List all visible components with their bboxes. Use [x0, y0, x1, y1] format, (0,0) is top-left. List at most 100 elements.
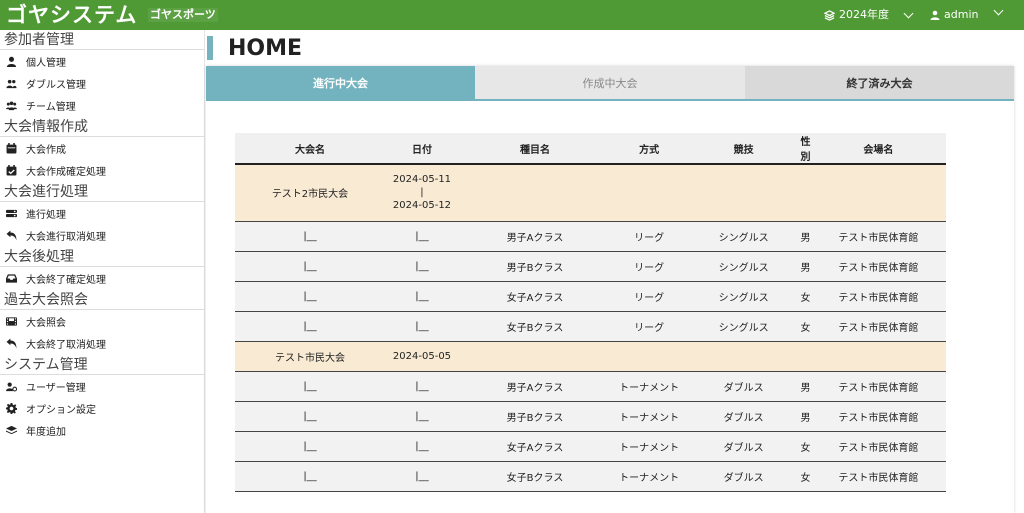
top-bar: ゴヤシステム ゴヤスポーツ 2024年度 admin	[0, 0, 1024, 30]
tab-in-progress[interactable]: 進行中大会	[206, 66, 475, 99]
table-row[interactable]: |__ |__ 女子Aクラス トーナメント ダブルス 女 テスト市民体育館	[235, 431, 946, 462]
branch-mark: |__	[385, 221, 459, 252]
sex-cell: 女	[800, 461, 811, 492]
event-cell: 女子Aクラス	[458, 431, 612, 462]
date-end: 2024-05-12	[392, 200, 452, 212]
content-panel: 進行中大会 作成中大会 終了済み大会 大会名 日付 種目名 方式 競技 性別 会…	[206, 66, 1014, 513]
user-icon	[4, 56, 18, 68]
event-cell: 女子Aクラス	[458, 281, 612, 312]
sidebar-item-team[interactable]: チーム管理	[0, 95, 204, 116]
tournament-date: 2024-05-05	[385, 341, 459, 372]
game-cell: シングルス	[687, 221, 801, 252]
date-start: 2024-05-11	[392, 174, 452, 186]
sidebar-item-label: 個人管理	[26, 58, 66, 69]
event-cell: 男子Bクラス	[458, 251, 612, 282]
sidebar-item-add-year[interactable]: 年度追加	[0, 420, 204, 441]
sidebar-item-users[interactable]: ユーザー管理	[0, 376, 204, 397]
table-row[interactable]: |__ |__ 女子Bクラス リーグ シングルス 女 テスト市民体育館	[235, 311, 946, 342]
page-title: HOME	[228, 36, 303, 61]
tab-finished[interactable]: 終了済み大会	[745, 66, 1014, 99]
mode-cell: リーグ	[611, 221, 688, 252]
venue-cell: テスト市民体育館	[810, 311, 946, 342]
gear-icon	[4, 403, 18, 415]
venue-cell: テスト市民体育館	[810, 221, 946, 252]
sub-logo: ゴヤスポーツ	[148, 8, 218, 22]
tournament-name: テスト2市民大会	[235, 164, 386, 222]
sidebar-item-doubles[interactable]: ダブルス管理	[0, 73, 204, 94]
user-label: admin	[944, 8, 979, 21]
sidebar-item-individual[interactable]: 個人管理	[0, 51, 204, 72]
sidebar-item-label: 大会作成確定処理	[26, 167, 106, 178]
table-row[interactable]: |__ |__ 女子Aクラス リーグ シングルス 女 テスト市民体育館	[235, 281, 946, 312]
sidebar-item-options[interactable]: オプション設定	[0, 398, 204, 419]
venue-cell: テスト市民体育館	[810, 431, 946, 462]
column-header: 会場名	[810, 133, 946, 165]
user-cog-icon	[4, 381, 18, 393]
venue-cell: テスト市民体育館	[810, 281, 946, 312]
branch-mark: |__	[235, 311, 386, 342]
table-row[interactable]: |__ |__ 男子Bクラス リーグ シングルス 男 テスト市民体育館	[235, 251, 946, 282]
mode-cell: リーグ	[611, 251, 688, 282]
table-row[interactable]: |__ |__ 男子Bクラス トーナメント ダブルス 男 テスト市民体育館	[235, 401, 946, 432]
calendar-check-icon	[4, 165, 18, 177]
undo-icon	[4, 338, 18, 350]
tournament-table: 大会名 日付 種目名 方式 競技 性別 会場名 テスト2市民大会 2024-05…	[235, 133, 946, 492]
sidebar-item-create-tournament[interactable]: 大会作成	[0, 138, 204, 159]
venue-cell: テスト市民体育館	[810, 401, 946, 432]
column-header: 性別	[800, 133, 811, 165]
sidebar-item-confirm-creation[interactable]: 大会作成確定処理	[0, 160, 204, 181]
sidebar: 参加者管理 個人管理 ダブルス管理 チーム管理 大会情報作成 大会作成 大会作成…	[0, 30, 205, 513]
chevron-down-icon[interactable]	[993, 5, 1004, 16]
sidebar-item-label: ダブルス管理	[26, 80, 86, 91]
undo-icon	[4, 230, 18, 242]
sidebar-item-label: ユーザー管理	[26, 383, 86, 394]
sidebar-item-label: 年度追加	[26, 427, 66, 438]
sidebar-item-label: 大会終了確定処理	[26, 275, 106, 286]
venue-cell: テスト市民体育館	[810, 461, 946, 492]
table-row[interactable]: |__ |__ 男子Aクラス トーナメント ダブルス 男 テスト市民体育館	[235, 371, 946, 402]
user-icon	[930, 10, 940, 20]
layers-icon	[4, 425, 18, 437]
app-logo[interactable]: ゴヤシステム	[6, 3, 137, 27]
sidebar-section-title: 過去大会照会	[0, 290, 204, 310]
branch-mark: |__	[385, 311, 459, 342]
mode-cell: トーナメント	[611, 371, 688, 402]
user-menu[interactable]: admin	[930, 8, 978, 22]
sidebar-item-inquiry[interactable]: 大会照会	[0, 311, 204, 332]
mode-cell: トーナメント	[611, 401, 688, 432]
sidebar-item-label: オプション設定	[26, 405, 96, 416]
game-cell: シングルス	[687, 311, 801, 342]
sidebar-item-label: 大会作成	[26, 145, 66, 156]
sidebar-section-title: 大会情報作成	[0, 117, 204, 137]
branch-mark: |__	[235, 401, 386, 432]
sidebar-item-cancel-progress[interactable]: 大会進行取消処理	[0, 225, 204, 246]
branch-mark: |__	[235, 461, 386, 492]
sidebar-item-progress[interactable]: 進行処理	[0, 203, 204, 224]
year-label: 2024年度	[839, 8, 889, 21]
branch-mark: |__	[385, 371, 459, 402]
table-header-row: 大会名 日付 種目名 方式 競技 性別 会場名	[235, 133, 946, 165]
sidebar-item-label: チーム管理	[26, 102, 76, 113]
sex-cell: 女	[800, 311, 811, 342]
event-cell: 男子Aクラス	[458, 221, 612, 252]
sidebar-section-title: 参加者管理	[0, 30, 204, 50]
column-header: 大会名	[235, 133, 386, 165]
sidebar-item-cancel-end[interactable]: 大会終了取消処理	[0, 333, 204, 354]
column-header: 日付	[385, 133, 459, 165]
year-selector[interactable]: 2024年度	[824, 8, 914, 22]
tab-in-creation[interactable]: 作成中大会	[475, 66, 745, 99]
sidebar-item-confirm-end[interactable]: 大会終了確定処理	[0, 268, 204, 289]
sidebar-item-label: 大会照会	[26, 318, 66, 329]
sex-cell: 男	[800, 401, 811, 432]
sex-cell: 男	[800, 371, 811, 402]
team-icon	[4, 100, 18, 112]
table-row[interactable]: |__ |__ 女子Bクラス トーナメント ダブルス 女 テスト市民体育館	[235, 461, 946, 492]
mode-cell: トーナメント	[611, 461, 688, 492]
table-row[interactable]: |__ |__ 男子Aクラス リーグ シングルス 男 テスト市民体育館	[235, 221, 946, 252]
tournament-row[interactable]: テスト2市民大会 2024-05-11 | 2024-05-12	[235, 164, 946, 222]
tournament-row[interactable]: テスト市民大会 2024-05-05	[235, 341, 946, 372]
sidebar-item-label: 進行処理	[26, 210, 66, 221]
layers-icon	[824, 9, 835, 21]
branch-mark: |__	[385, 401, 459, 432]
event-cell: 男子Aクラス	[458, 371, 612, 402]
